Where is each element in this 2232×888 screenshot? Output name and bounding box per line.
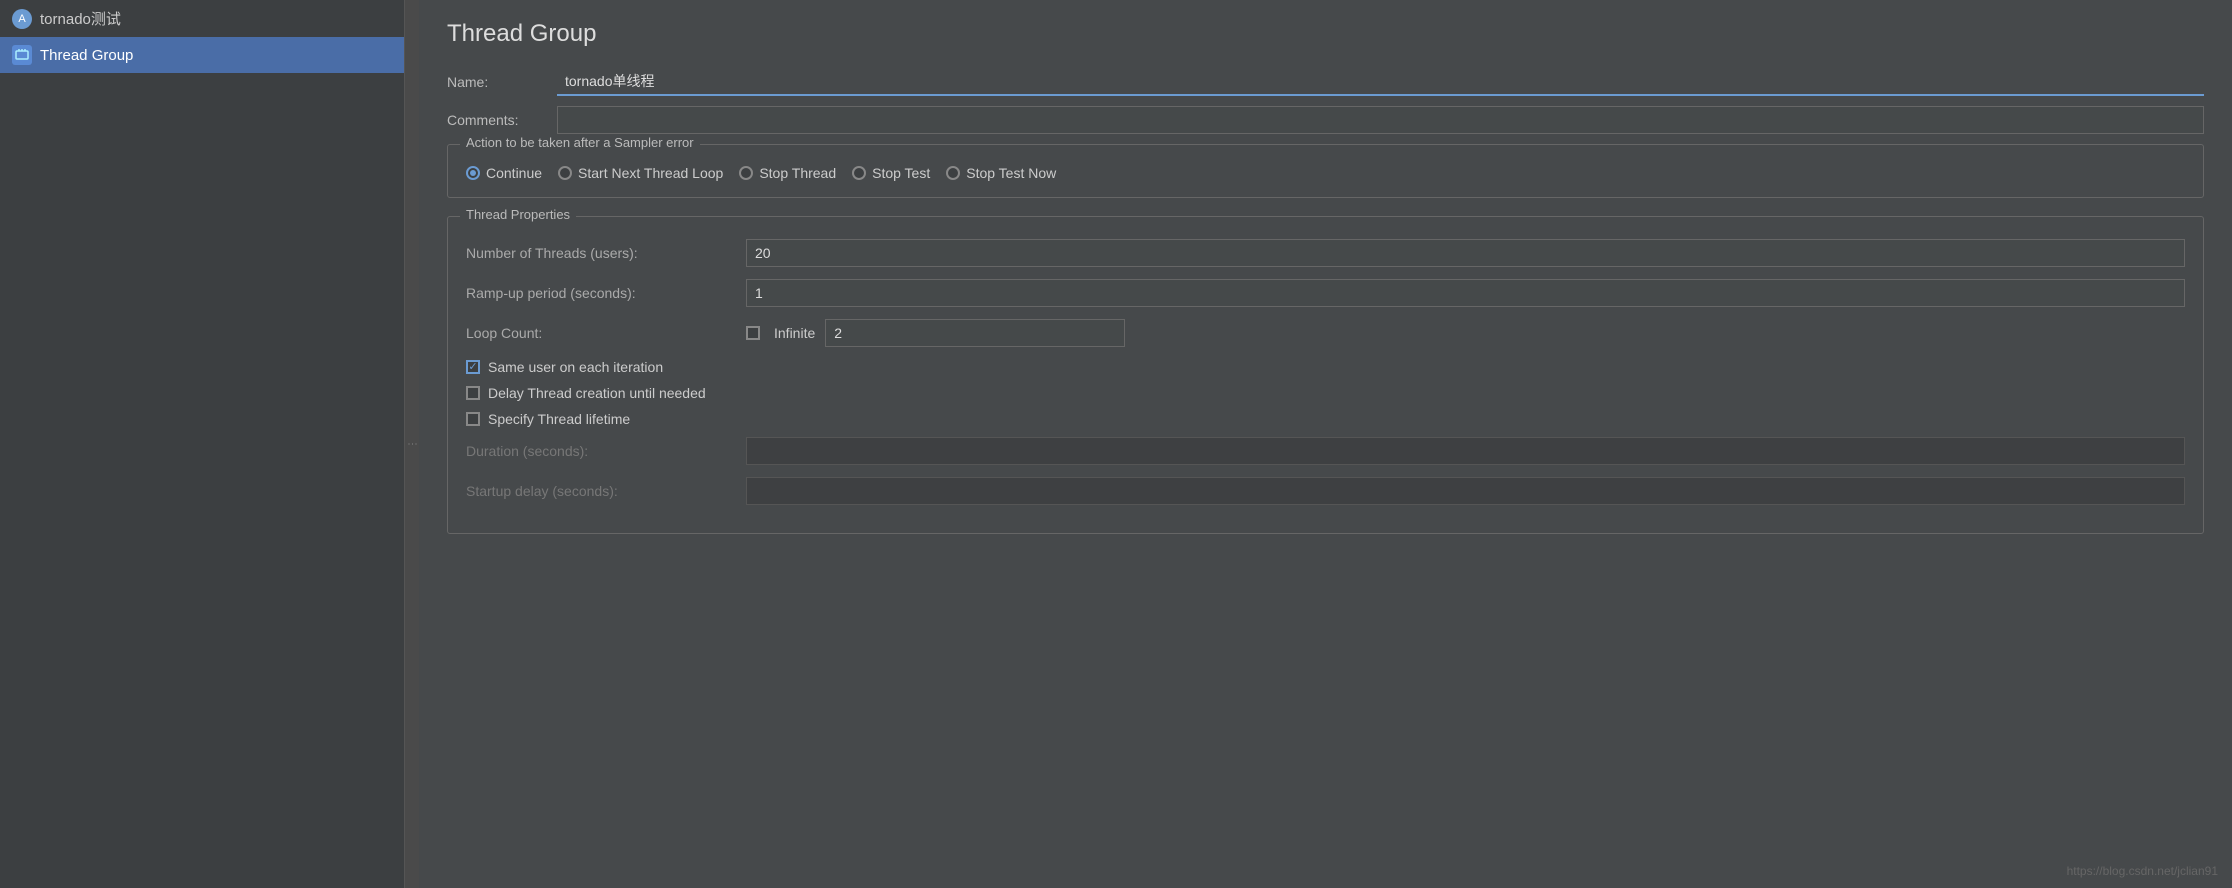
thread-group-icon	[12, 45, 32, 65]
sidebar: A tornado测试 Thread Group	[0, 0, 405, 888]
radio-stop-thread-circle	[739, 166, 753, 180]
ramp-up-label: Ramp-up period (seconds):	[466, 285, 736, 301]
sidebar-header: A tornado测试	[0, 0, 404, 37]
action-group-box: Action to be taken after a Sampler error…	[447, 144, 2204, 198]
delay-thread-checkbox[interactable]	[466, 386, 480, 400]
ramp-up-row: Ramp-up period (seconds):	[466, 279, 2185, 307]
same-user-checkbox-item[interactable]: Same user on each iteration	[466, 359, 2185, 375]
thread-properties-group-box: Thread Properties Number of Threads (use…	[447, 216, 2204, 534]
radio-start-next-circle	[558, 166, 572, 180]
project-label: tornado测试	[40, 8, 121, 29]
watermark: https://blog.csdn.net/jclian91	[2067, 864, 2218, 878]
name-label: Name:	[447, 74, 557, 90]
specify-lifetime-label: Specify Thread lifetime	[488, 411, 630, 427]
radio-start-next[interactable]: Start Next Thread Loop	[558, 165, 723, 181]
delay-thread-checkbox-item[interactable]: Delay Thread creation until needed	[466, 385, 2185, 401]
ramp-up-input[interactable]	[746, 279, 2185, 307]
radio-continue-circle	[466, 166, 480, 180]
main-content: Thread Group Name: Comments: Action to b…	[419, 0, 2232, 888]
page-title: Thread Group	[447, 20, 2204, 48]
radio-continue[interactable]: Continue	[466, 165, 542, 181]
radio-stop-test-label: Stop Test	[872, 165, 930, 181]
startup-delay-label: Startup delay (seconds):	[466, 483, 736, 499]
collapse-icon: ⋮	[407, 439, 418, 449]
comments-input[interactable]	[557, 106, 2204, 134]
radio-continue-label: Continue	[486, 165, 542, 181]
infinite-label: Infinite	[774, 325, 815, 341]
action-radio-group: Continue Start Next Thread Loop Stop Thr…	[466, 157, 2185, 181]
project-icon: A	[12, 9, 32, 29]
infinite-checkbox[interactable]	[746, 326, 760, 340]
duration-label: Duration (seconds):	[466, 443, 736, 459]
duration-row: Duration (seconds):	[466, 437, 2185, 465]
sidebar-collapse-handle[interactable]: ⋮	[405, 0, 419, 888]
name-input[interactable]	[557, 68, 2204, 96]
radio-stop-test-circle	[852, 166, 866, 180]
num-threads-input[interactable]	[746, 239, 2185, 267]
startup-delay-row: Startup delay (seconds):	[466, 477, 2185, 505]
num-threads-row: Number of Threads (users):	[466, 239, 2185, 267]
specify-lifetime-checkbox[interactable]	[466, 412, 480, 426]
loop-count-input[interactable]	[825, 319, 1125, 347]
thread-group-label: Thread Group	[40, 47, 133, 64]
name-row: Name:	[447, 68, 2204, 96]
duration-input[interactable]	[746, 437, 2185, 465]
same-user-label: Same user on each iteration	[488, 359, 663, 375]
same-user-checkbox[interactable]	[466, 360, 480, 374]
specify-lifetime-checkbox-item[interactable]: Specify Thread lifetime	[466, 411, 2185, 427]
thread-props-inner: Number of Threads (users): Ramp-up perio…	[466, 229, 2185, 505]
delay-thread-label: Delay Thread creation until needed	[488, 385, 706, 401]
thread-properties-title: Thread Properties	[460, 207, 576, 222]
radio-start-next-label: Start Next Thread Loop	[578, 165, 723, 181]
num-threads-label: Number of Threads (users):	[466, 245, 736, 261]
action-group-title: Action to be taken after a Sampler error	[460, 135, 700, 150]
comments-row: Comments:	[447, 106, 2204, 134]
radio-stop-test-now[interactable]: Stop Test Now	[946, 165, 1056, 181]
comments-label: Comments:	[447, 112, 557, 128]
radio-stop-test-now-circle	[946, 166, 960, 180]
loop-count-label: Loop Count:	[466, 325, 736, 341]
radio-stop-test-now-label: Stop Test Now	[966, 165, 1056, 181]
radio-stop-test[interactable]: Stop Test	[852, 165, 930, 181]
radio-stop-thread-label: Stop Thread	[759, 165, 836, 181]
sidebar-item-thread-group[interactable]: Thread Group	[0, 37, 404, 73]
loop-count-row: Loop Count: Infinite	[466, 319, 2185, 347]
startup-delay-input[interactable]	[746, 477, 2185, 505]
radio-stop-thread[interactable]: Stop Thread	[739, 165, 836, 181]
